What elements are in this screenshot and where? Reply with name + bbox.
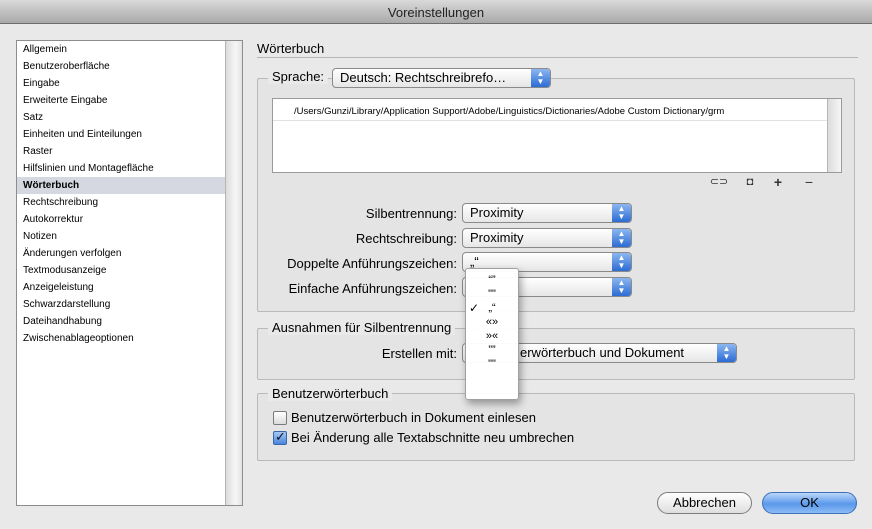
spelling-value: Proximity xyxy=(470,230,524,245)
sidebar-item[interactable]: Textmodusanzeige xyxy=(17,262,225,279)
sidebar-item[interactable]: Erweiterte Eingabe xyxy=(17,92,225,109)
sidebar-item[interactable]: Wörterbuch xyxy=(17,177,225,194)
quote-menu-item[interactable]: «» xyxy=(466,315,518,329)
dictionary-list-scrollbar[interactable] xyxy=(827,99,841,172)
user-dictionary-label: Benutzerwörterbuch xyxy=(268,386,393,401)
sidebar-item[interactable]: Zwischenablageoptionen xyxy=(17,330,225,347)
checkmark-icon: ✓ xyxy=(275,429,286,444)
remove-dictionary-icon[interactable]: − xyxy=(802,175,816,189)
quote-menu-item[interactable]: ✓ „“ xyxy=(466,301,518,315)
double-quotes-value: „“ xyxy=(470,254,479,269)
sidebar-item[interactable]: Eingabe xyxy=(17,75,225,92)
quote-menu-item[interactable]: "" xyxy=(466,287,518,301)
cancel-button[interactable]: Abbrechen xyxy=(657,492,752,514)
sidebar-item[interactable]: Dateihandhabung xyxy=(17,313,225,330)
sidebar-item[interactable]: Notizen xyxy=(17,228,225,245)
preferences-window: Allgemein Benutzeroberfläche Eingabe Erweit… xyxy=(0,24,872,529)
language-popup-value: Deutsch: Rechtschreibrefo… xyxy=(340,70,507,85)
sidebar-item[interactable]: Satz xyxy=(17,109,225,126)
read-into-document-checkbox[interactable] xyxy=(273,411,287,425)
category-list: Allgemein Benutzeroberfläche Eingabe Erweit… xyxy=(17,41,225,505)
recompose-all-label[interactable]: Bei Änderung alle Textabschnitte neu umb… xyxy=(291,430,574,445)
sidebar-scrollbar[interactable] xyxy=(225,41,242,505)
sidebar-item[interactable]: Allgemein xyxy=(17,41,225,58)
hyphenation-label: Silbentrennung: xyxy=(365,206,457,221)
double-quotes-menu: “” "" ✓ „“ «» »« ”” "" xyxy=(465,268,519,400)
quote-menu-item-label: «» xyxy=(485,316,499,328)
single-quotes-label: Einfache Anführungszeichen: xyxy=(288,281,457,296)
language-popup[interactable]: Deutsch: Rechtschreibrefo… ▲ ▼ xyxy=(332,68,551,88)
category-sidebar: Allgemein Benutzeroberfläche Eingabe Erweit… xyxy=(16,40,243,506)
hyphenation-exceptions-label: Ausnahmen für Silbentrennung xyxy=(268,320,456,335)
create-with-label: Erstellen mit: xyxy=(381,346,457,361)
sidebar-item[interactable]: Raster xyxy=(17,143,225,160)
quote-menu-item[interactable]: ”” xyxy=(466,343,518,357)
quote-menu-item[interactable]: "" xyxy=(466,357,518,371)
sidebar-item[interactable]: Benutzeroberfläche xyxy=(17,58,225,75)
add-dictionary-icon[interactable]: + xyxy=(771,175,785,189)
sidebar-item[interactable]: Hilfslinien und Montagefläche xyxy=(17,160,225,177)
updown-arrows-icon: ▲ ▼ xyxy=(612,253,631,271)
recompose-all-checkbox[interactable]: ✓ xyxy=(273,429,287,445)
relink-dictionary-icon[interactable]: ⊂⊃ xyxy=(709,176,729,188)
quote-menu-item-label: ”” xyxy=(488,344,496,356)
quote-menu-item-label: »« xyxy=(485,330,499,342)
sidebar-item[interactable]: Rechtschreibung xyxy=(17,194,225,211)
checkmark-icon: ✓ xyxy=(469,301,480,315)
updown-arrows-icon: ▲ ▼ xyxy=(612,204,631,222)
double-quotes-label: Doppelte Anführungszeichen: xyxy=(287,256,457,271)
user-dictionary-group xyxy=(257,393,855,461)
dictionary-list[interactable]: /Users/Gunzi/Library/Application Support… xyxy=(272,98,842,173)
sidebar-item[interactable]: Einheiten und Einteilungen xyxy=(17,126,225,143)
updown-arrows-icon: ▲ ▼ xyxy=(717,344,736,362)
read-into-document-label[interactable]: Benutzerwörterbuch in Dokument einlesen xyxy=(291,410,536,425)
quote-menu-item-label: "" xyxy=(488,288,496,300)
window-title: Voreinstellungen xyxy=(387,5,485,20)
sidebar-item[interactable]: Schwarzdarstellung xyxy=(17,296,225,313)
section-divider xyxy=(257,57,858,58)
quote-menu-item-label: “” xyxy=(488,274,496,286)
quote-menu-item-label: „“ xyxy=(488,302,496,314)
new-dictionary-icon[interactable]: ◘ xyxy=(744,176,756,188)
hyphenation-value: Proximity xyxy=(470,205,524,220)
sidebar-item[interactable]: Autokorrektur xyxy=(17,211,225,228)
spelling-label: Rechtschreibung: xyxy=(355,231,457,246)
title-bar: Voreinstellungen xyxy=(0,0,872,24)
hyphenation-popup[interactable]: Proximity ▲ ▼ xyxy=(462,203,632,223)
spelling-popup[interactable]: Proximity ▲ ▼ xyxy=(462,228,632,248)
quote-menu-item[interactable]: »« xyxy=(466,329,518,343)
updown-arrows-icon: ▲ ▼ xyxy=(612,229,631,247)
sidebar-item[interactable]: Anzeigeleistung xyxy=(17,279,225,296)
sidebar-item[interactable]: Änderungen verfolgen xyxy=(17,245,225,262)
updown-arrows-icon: ▲ ▼ xyxy=(612,278,631,296)
updown-arrows-icon: ▲ ▼ xyxy=(531,69,550,87)
dictionary-path-row[interactable]: /Users/Gunzi/Library/Application Support… xyxy=(273,103,827,121)
page-title: Wörterbuch xyxy=(257,41,325,56)
quote-menu-item-label: "" xyxy=(488,358,496,370)
language-label: Sprache: xyxy=(268,69,329,84)
quote-menu-item[interactable]: “” xyxy=(466,273,518,287)
ok-button[interactable]: OK xyxy=(762,492,857,514)
